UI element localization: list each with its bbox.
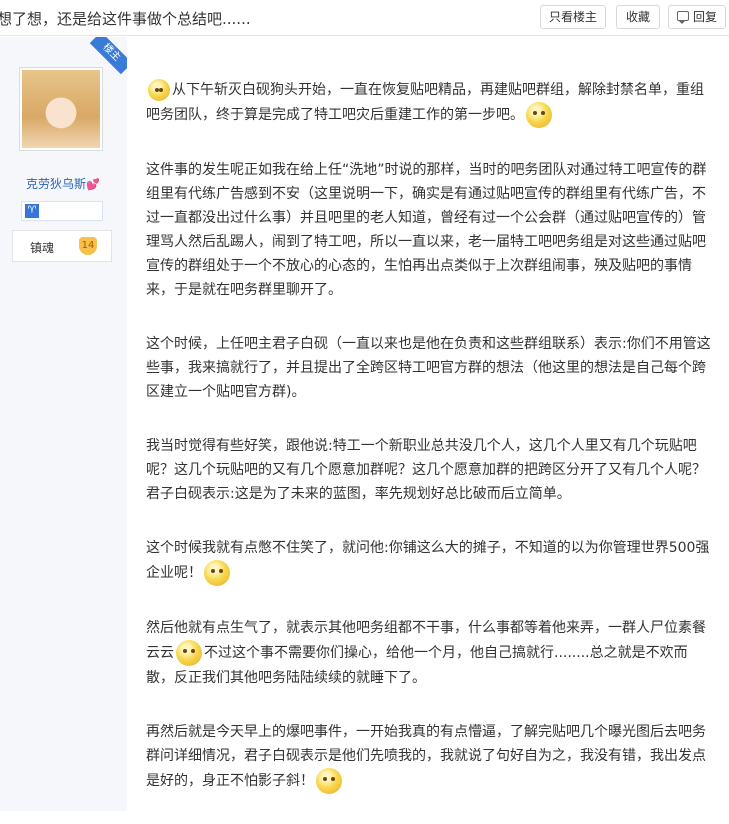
avatar[interactable]	[22, 70, 100, 148]
reply-button-label: 回复	[692, 10, 717, 24]
crying-laugh-emoji-icon	[526, 102, 552, 128]
post-paragraph: 这件事的发生呢正如我在给上任“洗地”时说的那样，当时的吧务团队对通过特工吧宣传的…	[146, 162, 707, 298]
level-title: 镇魂	[30, 241, 55, 255]
post-paragraph: 这个时候我就有点憋不住笑了，就问他:你铺这么大的摊子，不知道的以为你管理世界50…	[146, 536, 714, 586]
reply-button[interactable]: 回复	[668, 5, 726, 29]
post-paragraph: 从下午斩灭白砚狗头开始，一直在恢复贴吧精品，再建贴吧群组，解除封禁名单，重组吧务…	[146, 78, 714, 128]
user-icon-row: ♈	[21, 201, 103, 221]
paragraph-text: 从下午斩灭白砚狗头开始，一直在恢复贴吧精品，再建贴吧群组，解除封禁名单，重组吧务…	[146, 82, 704, 123]
post-content: 从下午斩灭白砚狗头开始，一直在恢复贴吧精品，再建贴吧群组，解除封禁名单，重组吧务…	[146, 78, 714, 824]
heart-icon: 💕	[86, 178, 100, 191]
user-level: 镇魂 14	[12, 230, 112, 262]
level-badge: 14	[79, 237, 97, 255]
favorite-button[interactable]: 收藏	[616, 5, 660, 29]
awkward-emoji-icon	[176, 640, 202, 666]
shocked-emoji-icon	[316, 768, 342, 794]
aries-icon[interactable]: ♈	[25, 204, 39, 218]
laughing-emoji-icon	[204, 560, 230, 586]
user-panel: 楼主 克劳狄乌斯💕 ♈ 镇魂 14	[0, 37, 127, 811]
post-paragraph: 然后他就有点生气了，就表示其他吧务组都不干事，什么事都等着他来弄，一群人尸位素餐…	[146, 616, 714, 690]
username[interactable]: 克劳狄乌斯💕	[26, 175, 100, 192]
post-paragraph: 再然后就是今天早上的爆吧事件，一开始我真的有点懵逼，了解完贴吧几个曝光图后去吧务…	[146, 720, 714, 794]
post-paragraph: 这个时候，上任吧主君子白砚（一直以来也是他在负责和这些群组联系）表示:你们不用管…	[146, 336, 711, 400]
paragraph-text: 不过这个事不需要你们操心，给他一个月，他自己搞就行........总之就是不欢而…	[146, 645, 688, 686]
thumbs-up-emoji-icon	[148, 79, 170, 101]
post-paragraph: 我当时觉得有些好笑，跟他说:特工一个新职业总共没几个人，这几个人里又有几个玩贴吧…	[146, 438, 706, 502]
reply-icon	[676, 11, 689, 24]
avatar-frame[interactable]	[19, 67, 103, 151]
only-op-button[interactable]: 只看楼主	[540, 5, 606, 29]
thread-header: 想了想，还是给这件事做个总结吧...... 只看楼主 收藏 回复	[0, 0, 729, 36]
username-text[interactable]: 克劳狄乌斯	[26, 177, 86, 191]
paragraph-text: 再然后就是今天早上的爆吧事件，一开始我真的有点懵逼，了解完贴吧几个曝光图后去吧务…	[146, 724, 706, 789]
thread-title: 想了想，还是给这件事做个总结吧......	[0, 10, 251, 28]
paragraph-text: 这个时候我就有点憋不住笑了，就问他:你铺这么大的摊子，不知道的以为你管理世界50…	[146, 540, 710, 581]
